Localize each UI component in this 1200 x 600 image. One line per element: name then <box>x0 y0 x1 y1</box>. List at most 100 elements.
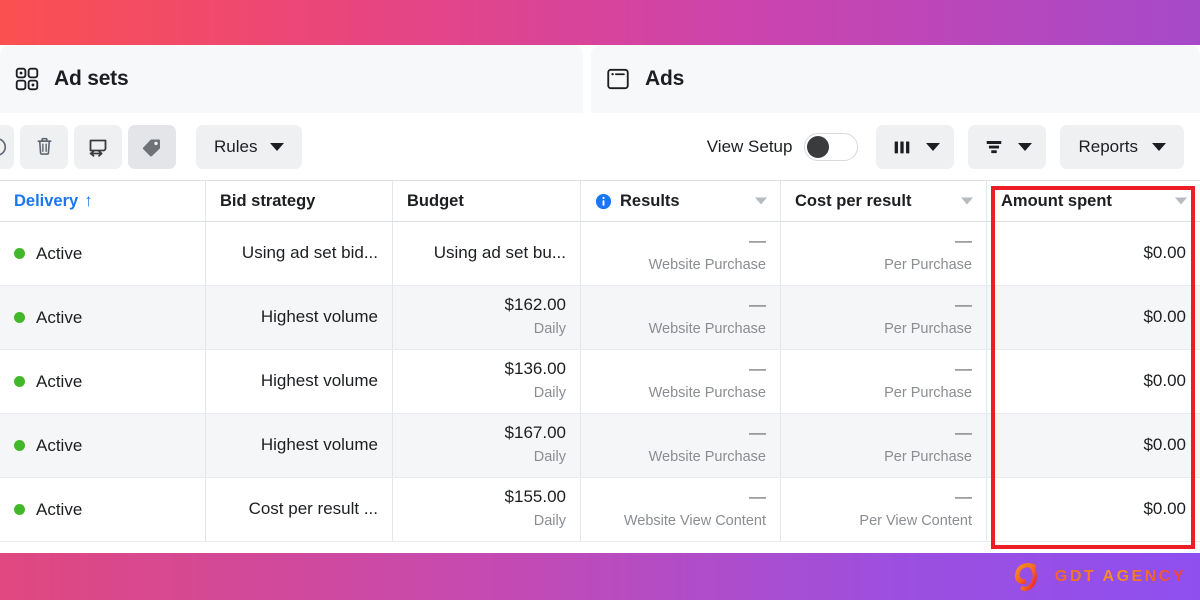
trash-icon <box>36 137 52 155</box>
status-badge: Active <box>14 372 82 392</box>
budget-value: $162.00 <box>504 295 566 315</box>
breakdown-dropdown-button[interactable] <box>968 124 1047 169</box>
duplicate-button[interactable] <box>74 124 122 169</box>
table-row[interactable]: Active Cost per result ... $155.00 Daily… <box>0 478 1200 542</box>
results-value: — <box>749 487 766 507</box>
amount-spent-value: $0.00 <box>1143 371 1186 391</box>
delivery-status-text: Active <box>36 435 83 455</box>
cost-per-result-subtitle: Per Purchase <box>884 321 972 338</box>
delete-button[interactable] <box>20 124 68 169</box>
cell-amount-spent: $0.00 <box>987 222 1200 285</box>
cell-delivery: Active <box>0 478 206 541</box>
pencil-icon <box>0 137 7 156</box>
cell-amount-spent: $0.00 <box>987 478 1200 541</box>
table-row[interactable]: Active Highest volume $167.00 Daily — We… <box>0 414 1200 478</box>
budget-subtitle: Daily <box>533 449 566 466</box>
column-header-amount-spent[interactable]: Amount spent <box>987 181 1200 221</box>
column-header-amount-spent-label: Amount spent <box>1001 191 1112 210</box>
bid-strategy-value: Cost per result ... <box>248 499 378 519</box>
column-header-budget[interactable]: Budget <box>393 181 581 221</box>
cell-amount-spent: $0.00 <box>987 286 1200 349</box>
cost-per-result-value: — <box>955 295 972 315</box>
table-row[interactable]: Active Using ad set bid... Using ad set … <box>0 222 1200 286</box>
status-dot-active-icon <box>14 376 25 387</box>
results-subtitle: Website Purchase <box>648 385 766 402</box>
sort-ascending-icon: ↑ <box>84 191 93 210</box>
top-gradient-band <box>0 0 1200 45</box>
amount-spent-value: $0.00 <box>1143 307 1186 327</box>
info-icon[interactable] <box>595 193 612 210</box>
status-dot-active-icon <box>14 504 25 515</box>
chevron-down-icon[interactable] <box>961 197 973 205</box>
columns-icon <box>895 141 910 153</box>
toolbar: Rules View Setup Reports <box>0 113 1200 180</box>
chevron-down-icon[interactable] <box>755 197 767 205</box>
results-value: — <box>749 359 766 379</box>
cell-budget: $162.00 Daily <box>393 286 581 349</box>
bid-strategy-value: Using ad set bid... <box>241 243 378 263</box>
column-header-delivery[interactable]: Delivery ↑ <box>0 181 206 221</box>
cell-cost-per-result: — Per Purchase <box>781 222 987 285</box>
budget-value: Using ad set bu... <box>433 243 566 263</box>
bid-strategy-value: Highest volume <box>260 371 378 391</box>
column-header-cost-per-result[interactable]: Cost per result <box>781 181 987 221</box>
breakdown-icon <box>987 140 1002 153</box>
delivery-status-text: Active <box>36 243 83 263</box>
rules-dropdown-button[interactable]: Rules <box>196 124 303 169</box>
cell-delivery: Active <box>0 414 206 477</box>
cell-bid-strategy: Highest volume <box>206 414 393 477</box>
table-header-row: Delivery ↑ Bid strategy Budget Results C <box>0 180 1200 222</box>
tab-strip: Ad sets Ads <box>0 45 1200 113</box>
cell-cost-per-result: — Per Purchase <box>781 414 987 477</box>
tab-ads[interactable]: Ads <box>591 45 1200 113</box>
cell-budget: Using ad set bu... <box>393 222 581 285</box>
cell-cost-per-result: — Per Purchase <box>781 350 987 413</box>
budget-value: $167.00 <box>504 423 566 443</box>
ad-card-icon <box>607 68 629 90</box>
table-row[interactable]: Active Highest volume $162.00 Daily — We… <box>0 286 1200 350</box>
duplicate-arrow-icon <box>89 139 107 157</box>
watermark-text: GDT AGENCY <box>1054 568 1186 585</box>
results-subtitle: Website Purchase <box>648 321 766 338</box>
status-badge: Active <box>14 308 82 328</box>
status-badge: Active <box>14 244 82 264</box>
edit-button[interactable] <box>0 124 14 169</box>
delivery-status-text: Active <box>36 371 83 391</box>
chevron-down-icon[interactable] <box>1175 197 1187 205</box>
cell-bid-strategy: Highest volume <box>206 350 393 413</box>
amount-spent-value: $0.00 <box>1143 243 1186 263</box>
cell-bid-strategy: Highest volume <box>206 286 393 349</box>
cell-results: — Website Purchase <box>581 286 781 349</box>
delivery-status-text: Active <box>36 307 83 327</box>
delivery-status-text: Active <box>36 499 83 519</box>
cell-amount-spent: $0.00 <box>987 350 1200 413</box>
column-header-bid-strategy[interactable]: Bid strategy <box>206 181 393 221</box>
status-dot-active-icon <box>14 248 25 259</box>
cell-budget: $167.00 Daily <box>393 414 581 477</box>
tag-button[interactable] <box>128 124 176 169</box>
cell-delivery: Active <box>0 286 206 349</box>
results-subtitle: Website Purchase <box>648 449 766 466</box>
tab-ad-sets[interactable]: Ad sets <box>0 45 583 113</box>
cell-cost-per-result: — Per Purchase <box>781 286 987 349</box>
table-row[interactable]: Active Highest volume $136.00 Daily — We… <box>0 350 1200 414</box>
amount-spent-value: $0.00 <box>1143 435 1186 455</box>
column-header-results[interactable]: Results <box>581 181 781 221</box>
toggle-knob <box>807 135 830 158</box>
results-value: — <box>749 295 766 315</box>
view-setup-toggle[interactable] <box>804 132 859 161</box>
reports-dropdown-button[interactable]: Reports <box>1060 124 1184 169</box>
amount-spent-value: $0.00 <box>1143 499 1186 519</box>
cell-budget: $136.00 Daily <box>393 350 581 413</box>
cost-per-result-value: — <box>955 423 972 443</box>
budget-subtitle: Daily <box>533 513 566 530</box>
status-dot-active-icon <box>14 440 25 451</box>
chevron-down-icon <box>926 142 941 151</box>
cost-per-result-subtitle: Per Purchase <box>884 449 972 466</box>
bid-strategy-value: Highest volume <box>260 435 378 455</box>
status-badge: Active <box>14 500 82 520</box>
view-setup-control[interactable]: View Setup <box>707 132 859 161</box>
chevron-down-icon <box>270 142 285 151</box>
columns-dropdown-button[interactable] <box>876 124 955 169</box>
bid-strategy-value: Highest volume <box>260 307 378 327</box>
